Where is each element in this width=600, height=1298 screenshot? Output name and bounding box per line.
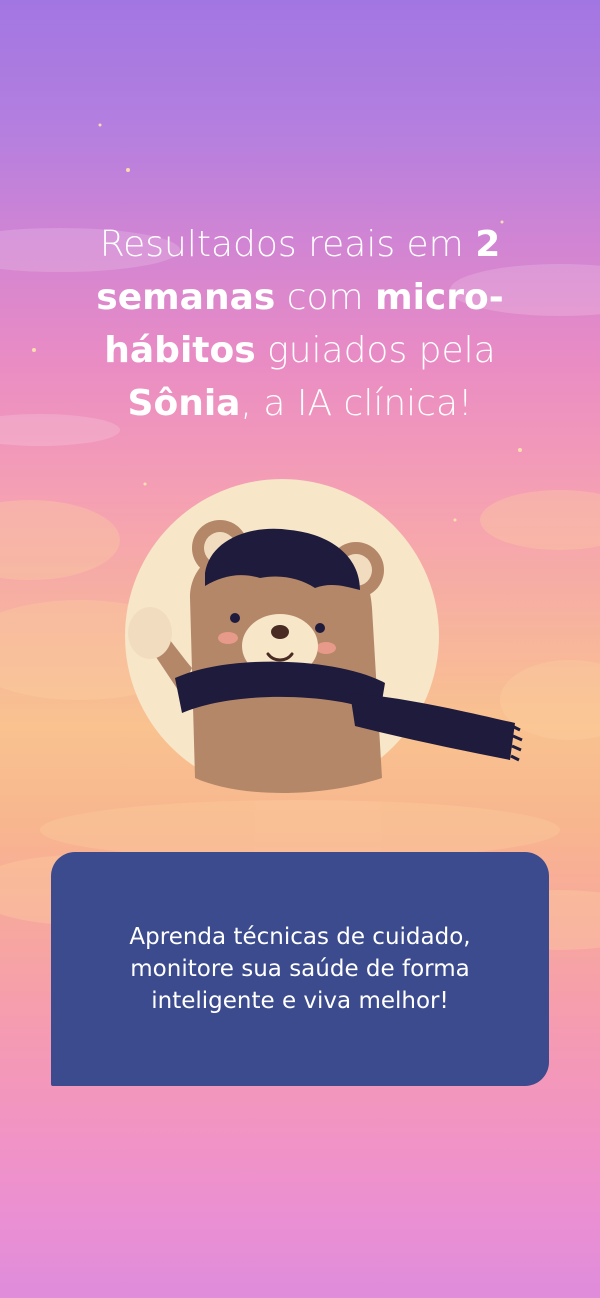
headline-text: guiados pela [255, 330, 496, 371]
info-card-text: Aprenda técnicas de cuidado, monitore su… [129, 924, 471, 1014]
headline-highlight: semanas [96, 277, 276, 318]
info-card: Aprenda técnicas de cuidado, monitore su… [51, 852, 549, 1086]
sparkle [126, 168, 130, 172]
headline-highlight: Sônia [127, 383, 241, 424]
sparkle [32, 348, 36, 352]
headline-text: com [275, 277, 376, 318]
headline-highlight: micro- [375, 277, 504, 318]
sparkle [98, 123, 102, 127]
headline: Resultados reais em 2 semanas com micro-… [40, 218, 560, 430]
waving-bear-with-scarf-icon [125, 479, 523, 793]
headline-text: Resultados reais em [99, 224, 476, 265]
sparkle [518, 448, 522, 452]
headline-text: , a IA clínica! [240, 383, 473, 424]
headline-highlight: 2 [475, 224, 501, 265]
headline-highlight: hábitos [104, 330, 256, 371]
